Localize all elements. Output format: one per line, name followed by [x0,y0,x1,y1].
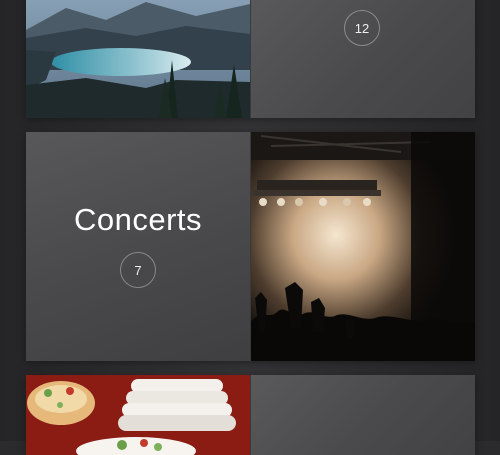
album-card-concerts[interactable]: Concerts 7 [26,132,475,361]
concert-crowd-photo [251,132,475,361]
photo-count-badge: 12 [344,10,380,46]
food-plates-photo [26,375,250,455]
album-label-panel: 12 [251,0,475,118]
album-label-panel [251,375,475,455]
album-list: 12 Concerts 7 [0,0,500,455]
album-card-lake[interactable]: 12 [26,0,475,118]
album-card-food[interactable] [26,375,475,455]
lake-mountain-photo [26,0,250,118]
photo-count-badge: 7 [120,252,156,288]
album-label-panel: Concerts 7 [26,132,250,361]
album-title: Concerts [73,202,203,237]
